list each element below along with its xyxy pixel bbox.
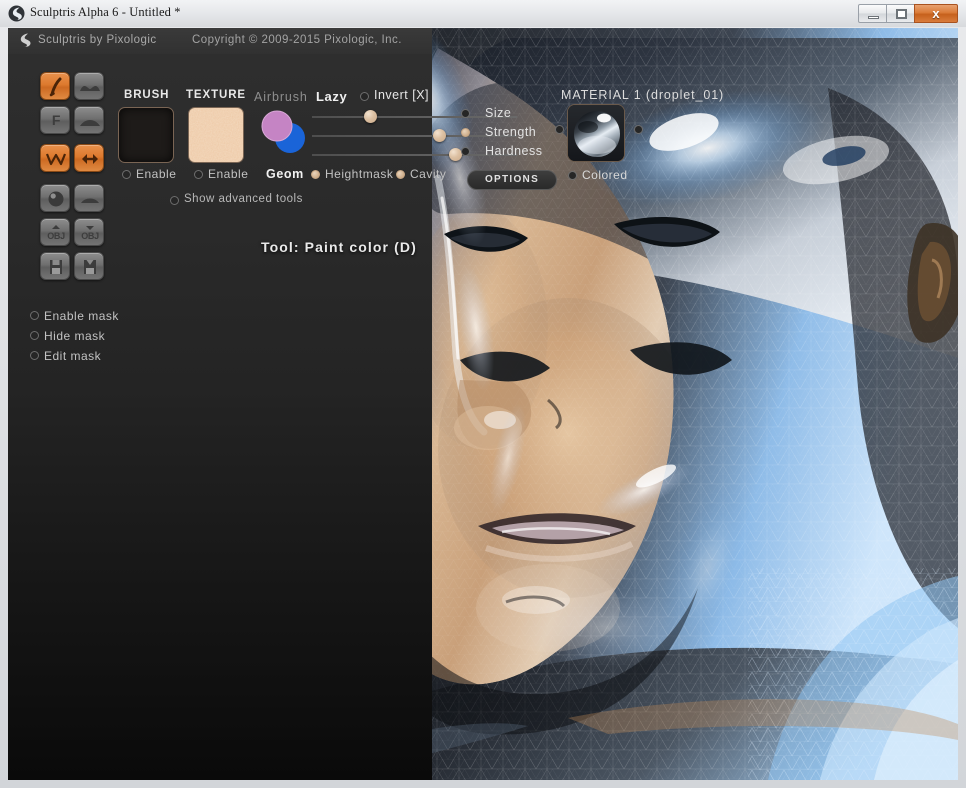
heightmask-radio[interactable] [311, 170, 320, 179]
tool-status-label: Tool: Paint color (D) [261, 239, 417, 255]
crease-icon [75, 73, 105, 101]
chrome-sphere-preview [568, 105, 625, 162]
app-copyright: Copyright © 2009-2015 Pixologic, Inc. [192, 34, 402, 46]
sculptris-logo-icon [8, 5, 25, 22]
size-slider-knob[interactable] [364, 110, 377, 123]
geom-overlap-circles-icon [258, 108, 308, 158]
obj-export-button[interactable]: OBJ [74, 218, 104, 246]
show-advanced-tools-label: Show advanced tools [184, 193, 303, 205]
save-disk-icon [41, 253, 71, 281]
material-swatch[interactable] [567, 104, 625, 162]
smooth-tool-button[interactable] [74, 106, 104, 134]
hardness-radio[interactable] [461, 147, 470, 156]
show-advanced-tools-radio[interactable] [170, 196, 179, 205]
strength-label: Strength [485, 125, 536, 139]
texture-swatch[interactable] [188, 107, 244, 163]
obj-import-label: OBJ [41, 231, 71, 241]
obj-import-button[interactable]: OBJ [40, 218, 70, 246]
size-label: Size [485, 106, 511, 120]
plane-icon [75, 185, 105, 213]
cavity-label: Cavity [410, 167, 446, 181]
sphere-tool-button[interactable] [40, 184, 70, 212]
hide-mask-radio[interactable] [30, 331, 39, 340]
edit-mask-radio[interactable] [30, 351, 39, 360]
open-folder-icon [75, 253, 105, 281]
open-file-button[interactable] [74, 252, 104, 280]
model-shoulder-rimlight [748, 568, 958, 780]
options-button[interactable]: OPTIONS [467, 170, 557, 190]
geom-label[interactable]: Geom [266, 167, 304, 181]
hide-mask-label: Hide mask [44, 329, 105, 343]
material-next-radio[interactable] [634, 125, 643, 134]
save-file-button[interactable] [40, 252, 70, 280]
colored-radio[interactable] [568, 171, 577, 180]
texture-noise-preview [189, 108, 244, 163]
sculptris-s-logo-icon [16, 32, 32, 50]
minimize-icon [868, 16, 879, 19]
cavity-radio[interactable] [396, 170, 405, 179]
app-client-area: Sculptris by Pixologic Copyright © 2009-… [8, 28, 958, 780]
invert-label: Invert [X] [374, 88, 429, 102]
texture-caption: TEXTURE [186, 89, 246, 101]
maximize-icon [896, 9, 907, 19]
invert-radio[interactable] [360, 92, 369, 101]
texture-enable-label: Enable [208, 167, 248, 181]
airbrush-label[interactable]: Airbrush [254, 90, 308, 104]
app-product-name: Sculptris by Pixologic [38, 34, 157, 46]
brush-enable-radio[interactable] [122, 170, 131, 179]
minimize-button[interactable] [858, 4, 887, 23]
flatten-tool-button[interactable]: F [40, 106, 70, 134]
enable-mask-radio[interactable] [30, 311, 39, 320]
brush-caption: BRUSH [124, 89, 169, 101]
texture-enable-radio[interactable] [194, 170, 203, 179]
material-prev-radio[interactable] [555, 125, 564, 134]
maximize-button[interactable] [886, 4, 915, 23]
material-caption: MATERIAL 1 (droplet_01) [561, 88, 724, 102]
options-button-label: OPTIONS [468, 174, 556, 185]
symmetry-toggle-button[interactable] [74, 144, 104, 172]
edit-mask-label: Edit mask [44, 349, 101, 363]
brush-swatch[interactable] [118, 107, 174, 163]
obj-export-label: OBJ [75, 231, 105, 241]
lazy-label[interactable]: Lazy [316, 89, 347, 104]
wireframe-icon [41, 145, 71, 173]
wireframe-toggle-button[interactable] [40, 144, 70, 172]
smooth-icon [75, 107, 105, 135]
enable-mask-label: Enable mask [44, 309, 119, 323]
size-radio[interactable] [461, 109, 470, 118]
app-header-bar: Sculptris by Pixologic Copyright © 2009-… [8, 28, 432, 54]
colored-label: Colored [582, 168, 628, 182]
plane-tool-button[interactable] [74, 184, 104, 212]
strength-radio[interactable] [461, 128, 470, 137]
close-button[interactable]: x [914, 4, 958, 23]
stroke-icon [41, 73, 71, 101]
brush-enable-label: Enable [136, 167, 176, 181]
application-window: Sculptris Alpha 6 - Untitled * x [0, 0, 966, 788]
heightmask-label: Heightmask [325, 167, 393, 181]
strength-slider-knob[interactable] [433, 129, 446, 142]
close-icon: x [915, 5, 957, 22]
draw-tool-button[interactable] [40, 72, 70, 100]
window-titlebar[interactable]: Sculptris Alpha 6 - Untitled * x [0, 0, 966, 27]
sphere-icon [41, 185, 71, 213]
hardness-label: Hardness [485, 144, 543, 158]
flatten-tool-label: F [41, 112, 71, 128]
window-title: Sculptris Alpha 6 - Untitled * [30, 5, 181, 20]
geom-preview[interactable] [258, 108, 308, 162]
triangle-count-status: 690028 triangles [26, 778, 123, 780]
mirror-arrows-icon [75, 145, 105, 173]
crease-tool-button[interactable] [74, 72, 104, 100]
